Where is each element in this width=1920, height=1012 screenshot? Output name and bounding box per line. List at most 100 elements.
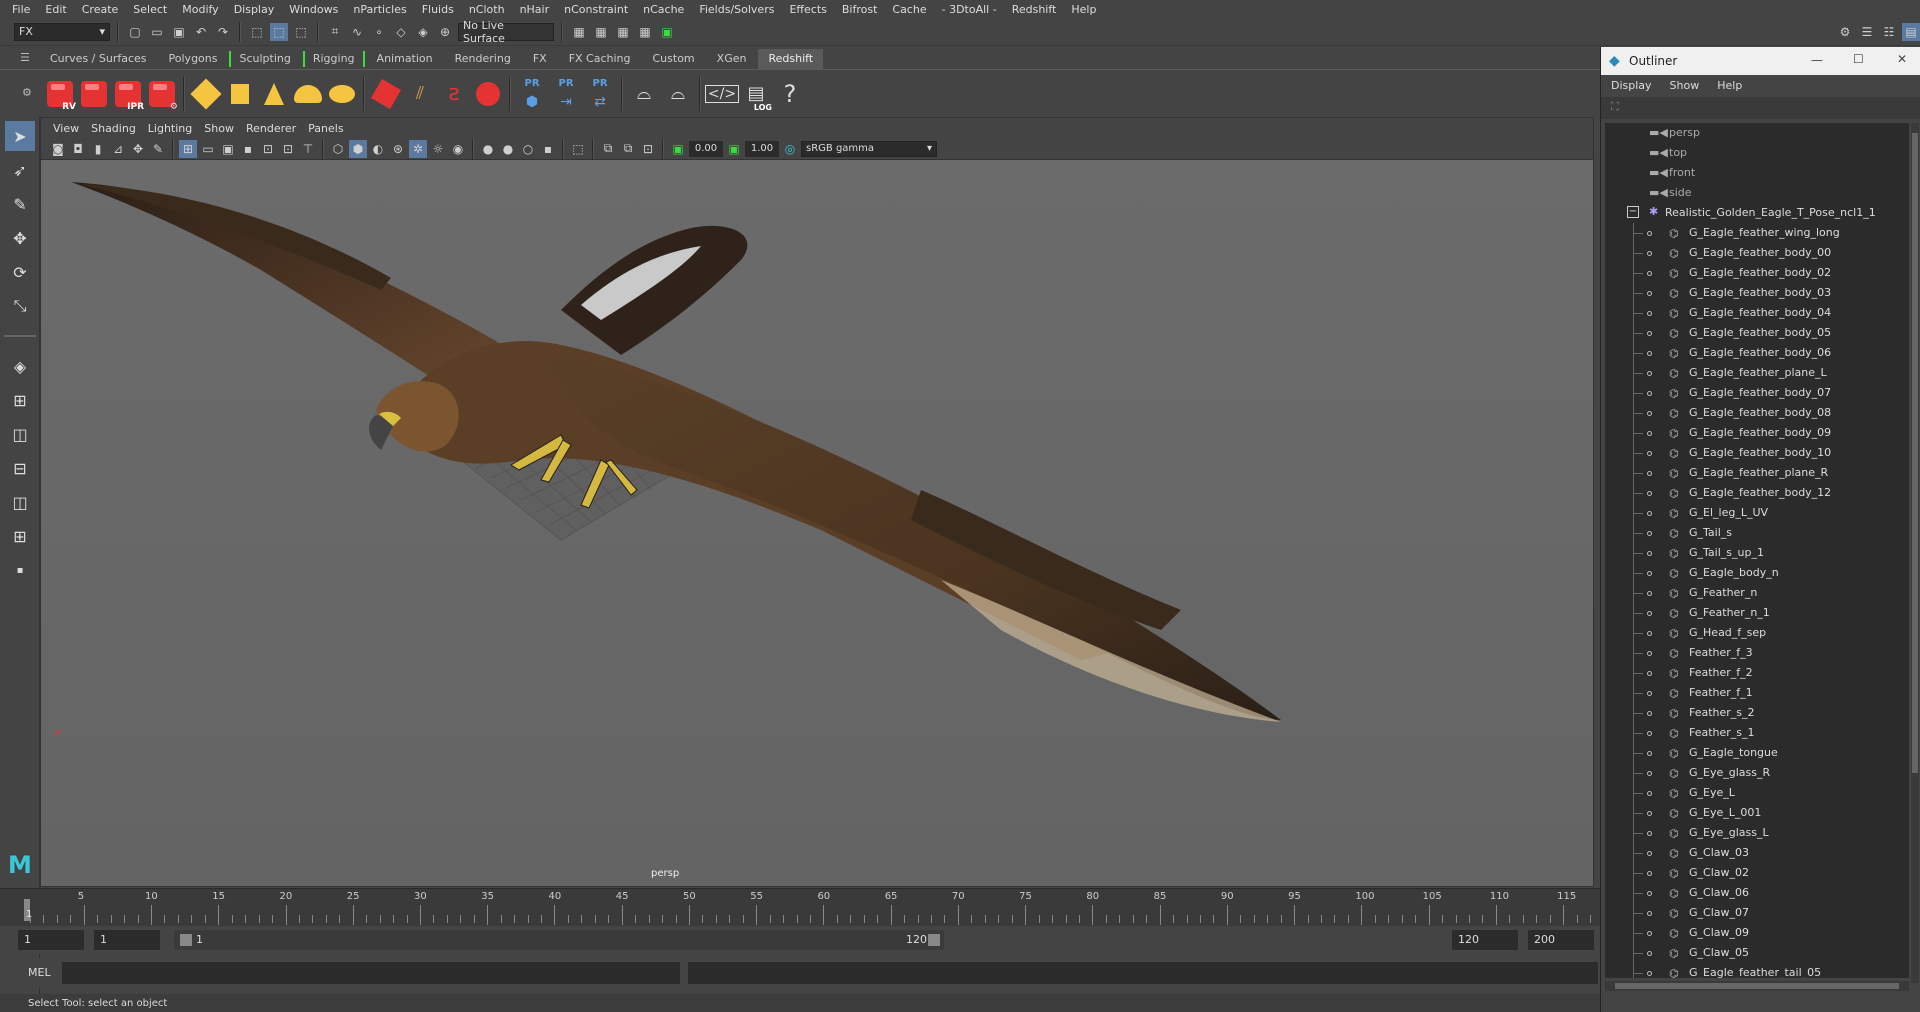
depth-of-field-icon[interactable]: ○ (519, 140, 537, 158)
persp-graph-layout-icon[interactable]: ⊟ (5, 453, 35, 483)
volume-button[interactable]: ƨ (438, 76, 470, 112)
render-frame-icon[interactable]: ▦ (570, 23, 588, 41)
outliner-scroll-thumb[interactable] (1912, 133, 1918, 773)
select-hierarchy-icon[interactable]: ⬚ (248, 23, 266, 41)
snap-live-icon[interactable]: ⊕ (436, 23, 454, 41)
menu-display[interactable]: Display (228, 3, 284, 16)
wireframe-icon[interactable]: ⬡ (329, 140, 347, 158)
shelf-tab-xgen[interactable]: XGen (707, 49, 757, 69)
outliner-menu-help[interactable]: Help (1717, 79, 1742, 92)
visibility-dot-icon[interactable] (1647, 691, 1652, 696)
bake-button[interactable]: ⌓ (628, 76, 660, 112)
visibility-dot-icon[interactable] (1647, 571, 1652, 576)
visibility-dot-icon[interactable] (1647, 771, 1652, 776)
outliner-group-row[interactable]: − ✱ Realistic_Golden_Eagle_T_Pose_ncl1_1 (1605, 203, 1909, 223)
wireframe-on-shaded-icon[interactable]: ◐ (369, 140, 387, 158)
visibility-dot-icon[interactable] (1647, 391, 1652, 396)
channel-box-icon[interactable]: ▤ (1902, 22, 1920, 41)
outliner-mesh-row[interactable]: ⌬ G_Claw_09 (1605, 923, 1909, 943)
outliner-mesh-row[interactable]: ⌬ Feather_s_2 (1605, 703, 1909, 723)
visibility-dot-icon[interactable] (1647, 711, 1652, 716)
viewport-menu-lighting[interactable]: Lighting (144, 122, 200, 135)
select-tool-icon[interactable]: ➤ (5, 121, 35, 151)
range-start-handle[interactable] (180, 934, 192, 946)
visibility-dot-icon[interactable] (1647, 811, 1652, 816)
visibility-dot-icon[interactable] (1647, 351, 1652, 356)
lasso-tool-icon[interactable]: ➶ (5, 155, 35, 185)
select-component-icon[interactable]: ⬚ (292, 23, 310, 41)
collapse-icon[interactable]: − (1627, 206, 1639, 218)
visibility-dot-icon[interactable] (1647, 531, 1652, 536)
outliner-mesh-row[interactable]: ⌬ G_Tail_s (1605, 523, 1909, 543)
ipr-button[interactable]: IPR (112, 76, 144, 112)
visibility-dot-icon[interactable] (1647, 551, 1652, 556)
outliner-mesh-row[interactable]: ⌬ G_Eagle_feather_body_09 (1605, 423, 1909, 443)
select-object-icon[interactable]: ⬚ (270, 22, 288, 41)
spot-light-button[interactable] (258, 76, 290, 112)
isolate-select-icon[interactable]: ▪ (539, 140, 557, 158)
use-all-lights-icon[interactable]: ✲ (409, 139, 427, 158)
visibility-dot-icon[interactable] (1647, 491, 1652, 496)
command-language-button[interactable]: MEL (28, 966, 51, 979)
safe-action-icon[interactable]: ⊡ (279, 140, 297, 158)
redo-icon[interactable]: ↷ (214, 23, 232, 41)
maximize-icon[interactable]: ☐ (1853, 52, 1864, 66)
outliner-mesh-row[interactable]: ⌬ G_El_leg_L_UV (1605, 503, 1909, 523)
outliner-mesh-row[interactable]: ⌬ G_Eye_L_001 (1605, 803, 1909, 823)
motion-blur-icon[interactable]: ● (479, 140, 497, 158)
menu-effects[interactable]: Effects (783, 3, 835, 16)
playback-start-field[interactable]: 1 (94, 930, 160, 950)
outliner-mesh-row[interactable]: ⌬ G_Eye_L (1605, 783, 1909, 803)
outliner-mesh-row[interactable]: ⌬ G_Eagle_feather_body_10 (1605, 443, 1909, 463)
field-chart-icon[interactable]: ⊡ (259, 140, 277, 158)
xray-components-icon[interactable]: ⧉ (619, 140, 637, 158)
shelf-tab-rigging[interactable]: Rigging (302, 49, 365, 69)
outliner-mesh-row[interactable]: ⌬ G_Eye_glass_L (1605, 823, 1909, 843)
scene-end-field[interactable]: 200 (1528, 930, 1594, 950)
snap-surface-icon[interactable]: ◈ (414, 23, 432, 41)
menu-nconstraint[interactable]: nConstraint (558, 3, 637, 16)
outliner-mesh-row[interactable]: ⌬ G_Eagle_feather_body_06 (1605, 343, 1909, 363)
filter-icon[interactable]: ⛶ (1611, 100, 1619, 114)
visibility-dot-icon[interactable] (1647, 831, 1652, 836)
visibility-dot-icon[interactable] (1647, 591, 1652, 596)
outliner-mesh-row[interactable]: ⌬ G_Eagle_feather_body_03 (1605, 283, 1909, 303)
shelf-tab-custom[interactable]: Custom (643, 49, 705, 69)
outliner-camera-row[interactable]: ▬◀ top (1605, 143, 1909, 163)
resolution-gate-icon[interactable]: ▣ (219, 140, 237, 158)
outliner-mesh-row[interactable]: ⌬ G_Head_f_sep (1605, 623, 1909, 643)
menu-select[interactable]: Select (127, 3, 176, 16)
outliner-mesh-row[interactable]: ⌬ G_Claw_07 (1605, 903, 1909, 923)
gate-mask-icon[interactable]: ▪ (239, 140, 257, 158)
ipr-render-icon[interactable]: ▦ (592, 23, 610, 41)
xray-joints-icon[interactable]: ⧉ (599, 140, 617, 158)
visibility-dot-icon[interactable] (1647, 931, 1652, 936)
viewport-menu-shading[interactable]: Shading (87, 122, 144, 135)
render-view-button[interactable]: RV (44, 76, 76, 112)
menu-create[interactable]: Create (76, 3, 128, 16)
outliner-mesh-row[interactable]: ⌬ G_Feather_n_1 (1605, 603, 1909, 623)
proxy-button[interactable] (370, 76, 402, 112)
command-input[interactable] (62, 962, 680, 984)
outliner-camera-row[interactable]: ▬◀ front (1605, 163, 1909, 183)
menu-fields-solvers[interactable]: Fields/Solvers (693, 3, 783, 16)
range-bar[interactable]: 1 120 (174, 930, 944, 950)
exposure-icon[interactable]: ▣ (669, 140, 687, 158)
outliner-mesh-row[interactable]: ⌬ Feather_f_2 (1605, 663, 1909, 683)
persp-outliner-layout-icon[interactable]: ◫ (5, 487, 35, 517)
menu-nparticles[interactable]: nParticles (347, 3, 415, 16)
xray-icon[interactable]: ⬚ (569, 140, 587, 158)
menu-modify[interactable]: Modify (176, 3, 227, 16)
film-gate-icon[interactable]: ▭ (199, 140, 217, 158)
anti-aliasing-icon[interactable]: ● (499, 140, 517, 158)
menu-fluids[interactable]: Fluids (416, 3, 463, 16)
script-button[interactable]: </> (704, 76, 740, 112)
pr-button-2[interactable]: PR ⇥ (550, 76, 582, 112)
visibility-dot-icon[interactable] (1647, 511, 1652, 516)
outliner-mesh-row[interactable]: ⌬ G_Eagle_feather_body_08 (1605, 403, 1909, 423)
smooth-shade-icon[interactable]: ⬢ (349, 139, 367, 158)
undo-icon[interactable]: ↶ (192, 23, 210, 41)
visibility-dot-icon[interactable] (1647, 451, 1652, 456)
outliner-mesh-row[interactable]: ⌬ G_Eagle_feather_body_07 (1605, 383, 1909, 403)
new-scene-icon[interactable]: ▢ (126, 23, 144, 41)
